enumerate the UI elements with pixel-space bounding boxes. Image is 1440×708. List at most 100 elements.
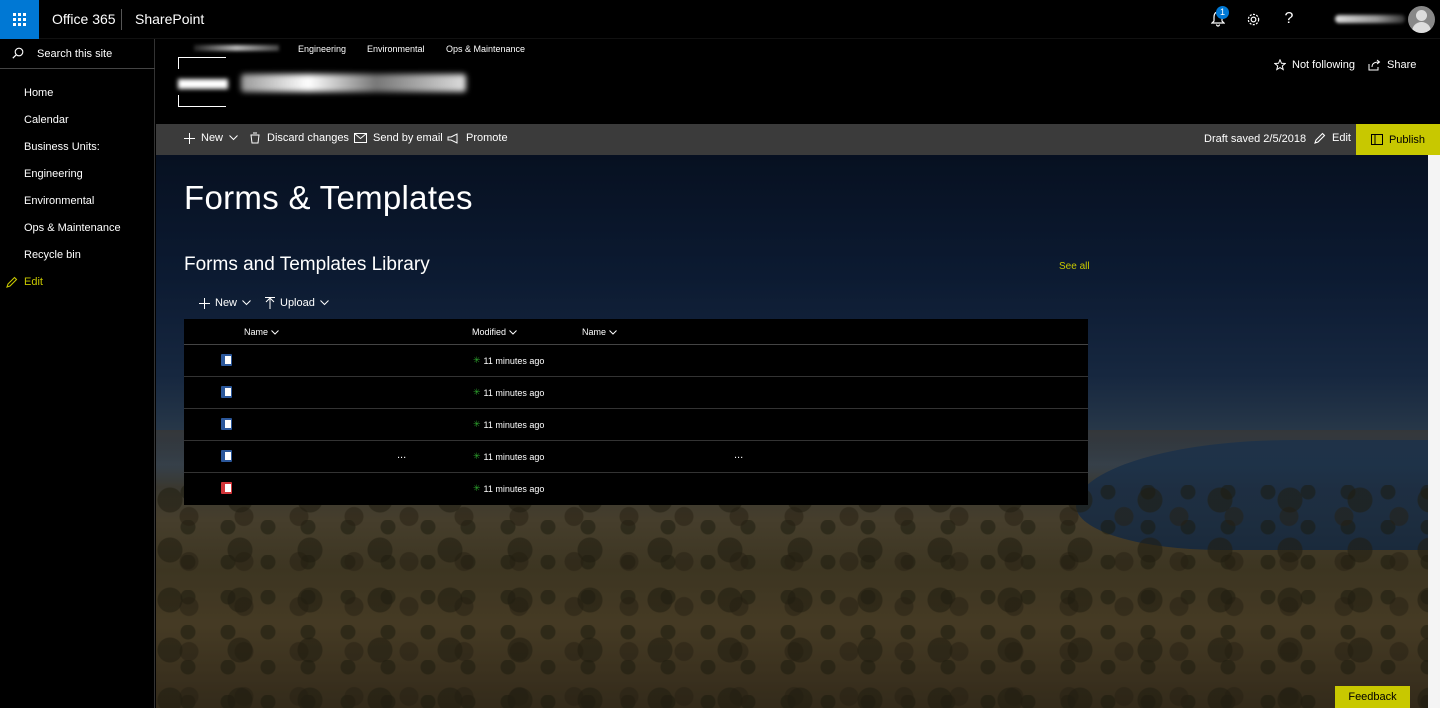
table-row[interactable]: ✳ 11 minutes ago xyxy=(184,345,1088,377)
new-item-icon: ✳ xyxy=(473,419,481,429)
column-header-name[interactable]: Name xyxy=(244,327,279,337)
table-row[interactable]: ✳ 11 minutes ago xyxy=(184,377,1088,409)
share-button[interactable]: Share xyxy=(1368,59,1416,71)
new-item-icon: ✳ xyxy=(473,451,481,461)
gear-icon xyxy=(1247,13,1259,25)
column-header-modified[interactable]: Modified xyxy=(472,327,517,337)
site-logo[interactable] xyxy=(178,57,228,107)
more-actions-button-2[interactable]: ... xyxy=(734,449,743,461)
word-file-icon xyxy=(221,450,232,462)
pdf-file-icon xyxy=(221,482,232,494)
upload-icon xyxy=(265,297,275,309)
search-input[interactable]: Search this site xyxy=(37,48,112,60)
edit-links-label: Edit xyxy=(24,276,43,288)
discard-changes-button[interactable]: Discard changes xyxy=(249,132,349,144)
discard-icon xyxy=(250,132,260,144)
chevron-down-icon xyxy=(509,329,517,335)
nav-item-recycle-bin[interactable]: Recycle bin xyxy=(24,249,81,261)
settings-button[interactable] xyxy=(1243,9,1263,29)
modified-cell: ✳ 11 minutes ago xyxy=(473,419,544,430)
nav-item-calendar[interactable]: Calendar xyxy=(24,114,69,126)
chevron-down-icon xyxy=(320,300,329,306)
promote-button[interactable]: Promote xyxy=(447,132,508,144)
library-upload-label: Upload xyxy=(280,297,315,309)
share-label: Share xyxy=(1387,59,1417,71)
table-row[interactable]: ✳ 11 minutes ago xyxy=(184,473,1088,505)
send-by-email-button[interactable]: Send by email xyxy=(354,132,443,144)
help-button[interactable]: ? xyxy=(1279,9,1299,29)
new-label: New xyxy=(201,132,224,144)
waffle-icon xyxy=(13,13,26,26)
library-title[interactable]: Forms and Templates Library xyxy=(184,254,430,276)
modified-cell: ✳ 11 minutes ago xyxy=(473,483,544,494)
nav-item-ops-maintenance[interactable]: Ops & Maintenance xyxy=(24,222,121,234)
nav-item-engineering[interactable]: Engineering xyxy=(24,168,83,180)
document-library-table: Name Modified Name ✳ 11 minutes ago ✳ 11 m… xyxy=(184,319,1088,505)
feedback-button[interactable]: Feedback xyxy=(1335,686,1410,708)
star-icon xyxy=(1274,59,1286,71)
left-navigation: Search this site Home Calendar Business … xyxy=(0,39,155,708)
site-title-redacted xyxy=(241,74,466,92)
column-header-label: Modified xyxy=(472,327,507,337)
avatar[interactable] xyxy=(1408,6,1435,33)
follow-label: Not following xyxy=(1292,59,1355,71)
topnav-engineering[interactable]: Engineering xyxy=(298,44,346,54)
new-menu-button[interactable]: New xyxy=(184,132,238,144)
vertical-scrollbar[interactable] xyxy=(1428,155,1440,708)
modified-value: 11 minutes ago xyxy=(483,451,545,462)
nav-item-home[interactable]: Home xyxy=(24,87,53,99)
pencil-icon xyxy=(6,276,18,288)
site-header: Engineering Environmental Ops & Maintena… xyxy=(156,39,1440,124)
page-canvas: Forms & Templates Forms and Templates Li… xyxy=(156,155,1428,708)
table-header: Name Modified Name xyxy=(184,319,1088,345)
modified-value: 11 minutes ago xyxy=(483,355,545,366)
modified-cell: ✳ 11 minutes ago xyxy=(473,451,544,462)
site-search-box[interactable]: Search this site xyxy=(0,39,155,69)
word-file-icon xyxy=(221,386,232,398)
column-header-name-2[interactable]: Name xyxy=(582,327,617,337)
column-header-label: Name xyxy=(244,327,269,337)
see-all-link[interactable]: See all xyxy=(1059,261,1090,272)
library-upload-button[interactable]: Upload xyxy=(265,297,329,309)
nav-item-business-units[interactable]: Business Units: xyxy=(24,141,100,153)
suite-divider xyxy=(121,9,122,30)
column-header-label: Name xyxy=(582,327,607,337)
more-actions-button[interactable]: ... xyxy=(397,449,406,461)
chevron-down-icon xyxy=(242,300,251,306)
draft-status: Draft saved 2/5/2018 xyxy=(1204,133,1307,145)
megaphone-icon xyxy=(447,132,458,144)
publish-label: Publish xyxy=(1388,133,1426,146)
command-bar: New Discard changes Send by email Promot… xyxy=(156,124,1440,155)
edit-page-label: Edit xyxy=(1332,132,1351,144)
app-launcher-button[interactable] xyxy=(0,0,39,39)
page-title: Forms & Templates xyxy=(184,179,473,216)
modified-value: 11 minutes ago xyxy=(483,419,545,430)
modified-value: 11 minutes ago xyxy=(483,387,545,398)
plus-icon xyxy=(184,132,195,144)
sharepoint-link[interactable]: SharePoint xyxy=(135,11,204,27)
search-icon xyxy=(12,47,24,59)
suite-bar: Office 365 SharePoint 1 ? xyxy=(0,0,1440,39)
library-new-label: New xyxy=(215,297,238,309)
modified-cell: ✳ 11 minutes ago xyxy=(473,387,544,398)
promote-label: Promote xyxy=(466,132,508,144)
follow-button[interactable]: Not following xyxy=(1274,59,1355,71)
help-icon: ? xyxy=(1284,10,1294,27)
library-new-button[interactable]: New xyxy=(199,297,251,309)
table-row[interactable]: ... ✳ 11 minutes ago ... xyxy=(184,441,1088,473)
edit-page-button[interactable]: Edit xyxy=(1314,132,1351,144)
chevron-down-icon xyxy=(271,329,279,335)
discard-label: Discard changes xyxy=(267,132,349,144)
notification-count-badge: 1 xyxy=(1216,6,1229,19)
modified-value: 11 minutes ago xyxy=(483,483,545,494)
new-item-icon: ✳ xyxy=(473,355,481,365)
share-icon xyxy=(1368,59,1381,71)
nav-item-environmental[interactable]: Environmental xyxy=(24,195,94,207)
publish-button[interactable]: Publish xyxy=(1356,124,1440,155)
topnav-environmental[interactable]: Environmental xyxy=(367,44,425,54)
edit-links-button[interactable]: Edit xyxy=(6,276,43,288)
table-row[interactable]: ✳ 11 minutes ago xyxy=(184,409,1088,441)
chevron-down-icon xyxy=(229,135,238,141)
office365-link[interactable]: Office 365 xyxy=(52,11,116,27)
topnav-ops-maintenance[interactable]: Ops & Maintenance xyxy=(446,44,525,54)
